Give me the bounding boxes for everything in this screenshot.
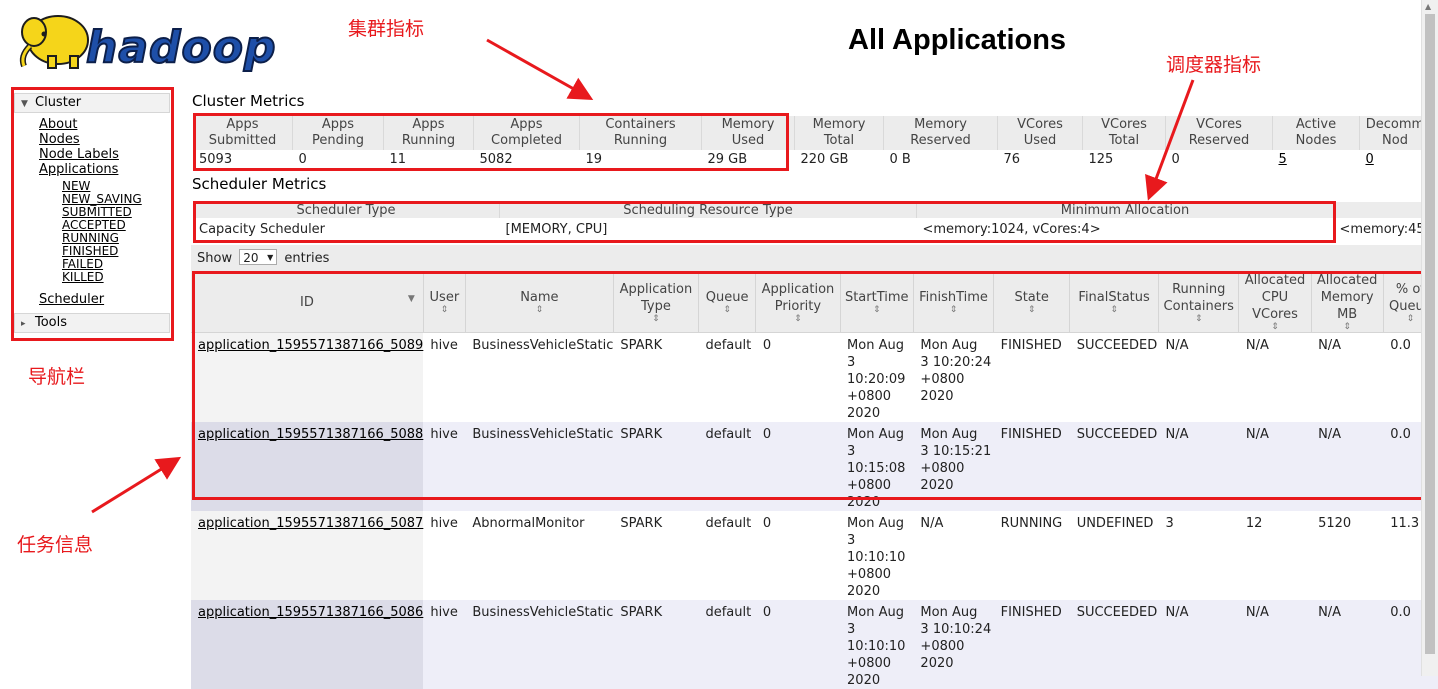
scrollbar-thumb[interactable]	[1425, 14, 1435, 654]
annotation-arrows	[91, 38, 1195, 514]
arrow-to-cluster-metrics	[486, 38, 594, 100]
arrow-to-scheduler-metrics	[1145, 79, 1195, 201]
arrow-to-task-info	[91, 456, 182, 514]
page-scrollbar[interactable]: ▲	[1421, 0, 1438, 676]
scroll-up-icon[interactable]: ▲	[1425, 2, 1431, 11]
